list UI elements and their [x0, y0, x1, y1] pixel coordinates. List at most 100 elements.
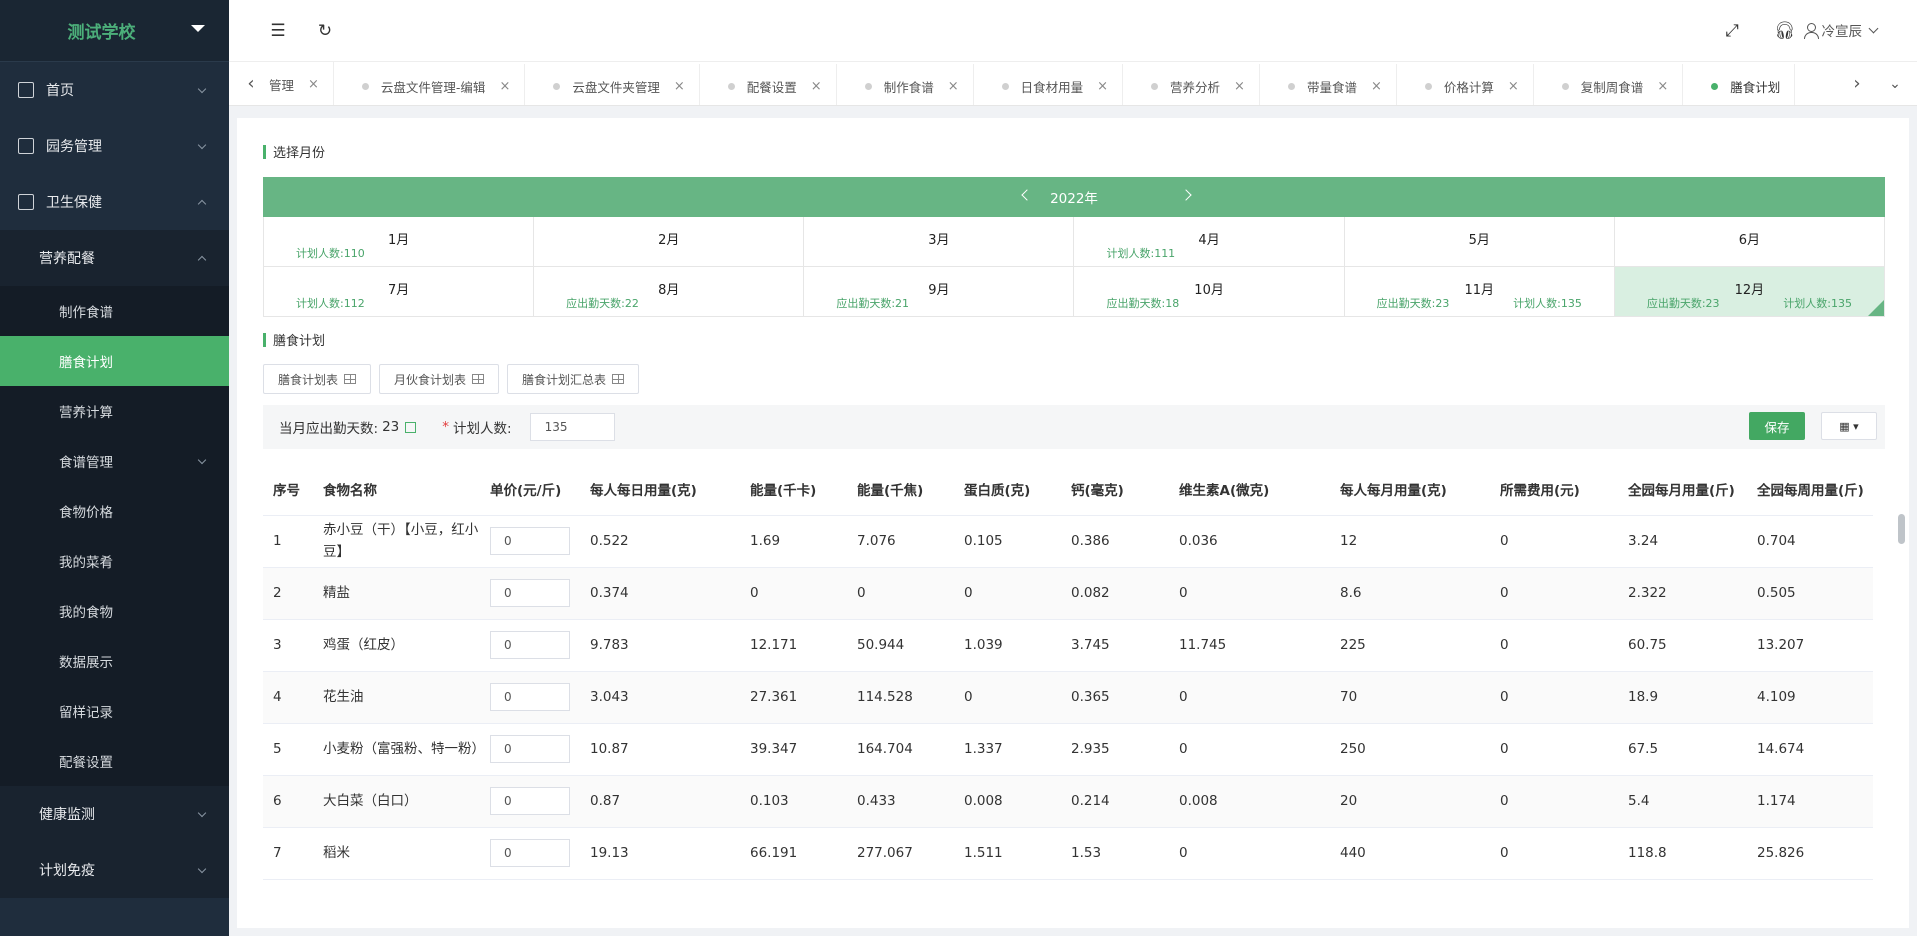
year-header: 2022年 [263, 177, 1885, 217]
month-cell[interactable]: 7月 计划人数:112 [264, 267, 535, 317]
headset-icon[interactable]: 🎧︎ [1774, 22, 1796, 40]
tab-2[interactable]: 云盘文件夹管理 × [525, 64, 700, 105]
month-cell[interactable]: 5月 [1344, 217, 1615, 267]
sidebar-item-label: 营养计算 [59, 405, 113, 421]
tab-3[interactable]: 配餐设置 × [700, 64, 837, 105]
prev-year-icon[interactable] [1021, 189, 1033, 201]
refresh-icon[interactable]: ↻ [316, 22, 334, 40]
cell-daily: 10.87 [580, 723, 740, 776]
sidebar-item-my-food[interactable]: 我的食物 [0, 586, 229, 636]
user-menu[interactable]: 冷宣辰 [1803, 20, 1879, 40]
tab-next-icon[interactable]: › [1847, 74, 1867, 94]
close-icon[interactable]: × [308, 77, 319, 92]
month-cell[interactable]: 6月 [1614, 217, 1885, 267]
tab-dropdown-icon[interactable]: ⌄ [1885, 74, 1905, 94]
tab-9[interactable]: 复制周食谱 × [1534, 64, 1684, 105]
tab-4[interactable]: 制作食谱 × [837, 64, 974, 105]
tab-track: 管理 × 云盘文件管理-编辑 × 云盘文件夹管理 × 配餐设置 × 制作食谱 × 日食材用量 × 营养分… [269, 62, 1837, 105]
fullscreen-icon[interactable]: ⤢ [1723, 22, 1741, 40]
close-icon[interactable]: × [1234, 79, 1245, 94]
cell-kcal: 27.361 [740, 671, 847, 724]
close-icon[interactable]: × [811, 79, 822, 94]
table-row: 1 赤小豆（干）【小豆，红小豆】 0 0.522 1.69 7.076 0.105 0.386… [263, 515, 1873, 568]
meal-plan-table-button[interactable]: 膳食计划表 [263, 364, 372, 394]
cell-name: 小麦粉（富强粉、特一粉） [313, 723, 485, 776]
price-input[interactable]: 0 [490, 527, 570, 555]
health-icon [18, 194, 34, 210]
month-note-right: 计划人数:135 [1783, 297, 1852, 310]
month-cell[interactable]: 4月 计划人数:111 [1074, 217, 1345, 267]
month-cell[interactable]: 9月 应出勤天数:21 [804, 267, 1075, 317]
sidebar-item-meal-settings[interactable]: 配餐设置 [0, 736, 229, 786]
edit-icon[interactable] [405, 421, 417, 433]
tab-1[interactable]: 云盘文件管理-编辑 × [334, 64, 526, 105]
tab-label: 复制周食谱 [1580, 79, 1644, 95]
month-cell[interactable]: 8月 应出勤天数:22 [534, 267, 805, 317]
price-input[interactable]: 0 [490, 579, 570, 607]
next-year-icon[interactable] [1180, 189, 1192, 201]
sidebar-item-admin[interactable]: 园务管理 [0, 118, 229, 174]
sidebar-item-make-recipe[interactable]: 制作食谱 [0, 286, 229, 336]
cell-ca: 1.53 [1061, 827, 1169, 880]
month-cell[interactable]: 1月 计划人数:110 [264, 217, 535, 267]
cell-cost: 0 [1490, 775, 1618, 828]
close-icon[interactable]: × [948, 79, 959, 94]
cell-park-month: 18.9 [1618, 671, 1747, 724]
sidebar-item-meal-plan[interactable]: 膳食计划 [0, 336, 229, 386]
price-input[interactable]: 0 [490, 839, 570, 867]
month-cell[interactable]: 10月 应出勤天数:18 [1074, 267, 1345, 317]
tab-0[interactable]: 管理 × [269, 62, 334, 105]
sidebar-item-my-dishes[interactable]: 我的菜肴 [0, 536, 229, 586]
tab-6[interactable]: 营养分析 × [1123, 64, 1260, 105]
month-cell[interactable]: 3月 [804, 217, 1075, 267]
view-toggle-button[interactable]: ▦ ▾ [1821, 412, 1877, 440]
price-input[interactable]: 0 [490, 735, 570, 763]
sidebar-item-home[interactable]: 首页 [0, 62, 229, 118]
monthly-plan-table-button[interactable]: 月伙食计划表 [379, 364, 500, 394]
close-icon[interactable]: × [1508, 79, 1519, 94]
cell-price: 0 [480, 827, 580, 880]
sidebar-item-sample-record[interactable]: 留样记录 [0, 686, 229, 736]
column-header: 食物名称 [313, 463, 480, 516]
tab-7[interactable]: 带量食谱 × [1260, 64, 1397, 105]
cell-price: 0 [480, 619, 580, 672]
tab-10[interactable]: 膳食计划 [1683, 64, 1796, 105]
sidebar-group-vaccination[interactable]: 计划免疫 [0, 842, 229, 898]
sidebar-group-health-monitor[interactable]: 健康监测 [0, 786, 229, 842]
month-cell[interactable]: 12月 应出勤天数:23 计划人数:135 [1614, 267, 1885, 317]
tab-8[interactable]: 价格计算 × [1397, 64, 1534, 105]
sidebar-item-recipe-manage[interactable]: 食谱管理 [0, 436, 229, 486]
price-input[interactable]: 0 [490, 787, 570, 815]
sidebar-item-label: 首页 [46, 83, 74, 99]
close-icon[interactable]: × [499, 79, 510, 94]
sidebar-group-nutrition[interactable]: 营养配餐 [0, 230, 229, 286]
month-cell[interactable]: 11月 应出勤天数:23 计划人数:135 [1344, 267, 1615, 317]
sidebar-item-health[interactable]: 卫生保健 [0, 174, 229, 230]
cell-price: 0 [480, 515, 580, 568]
caret-down-icon[interactable] [191, 25, 205, 32]
close-icon[interactable]: × [1371, 79, 1382, 94]
plan-people-input[interactable]: 135 [529, 413, 615, 441]
plan-summary-table-button[interactable]: 膳食计划汇总表 [507, 364, 640, 394]
menu-fold-icon[interactable]: ☰ [269, 22, 287, 40]
month-label: 3月 [928, 233, 950, 248]
price-input[interactable]: 0 [490, 631, 570, 659]
cell-no: 5 [263, 723, 313, 776]
save-button[interactable]: 保存 [1749, 412, 1805, 440]
sidebar-item-data-display[interactable]: 数据展示 [0, 636, 229, 686]
sidebar-item-nutrition-calc[interactable]: 营养计算 [0, 386, 229, 436]
school-switcher[interactable]: 测试学校 [0, 0, 229, 62]
cell-va: 11.745 [1169, 619, 1330, 672]
month-cell[interactable]: 2月 [534, 217, 805, 267]
close-icon[interactable]: × [674, 79, 685, 94]
price-input[interactable]: 0 [490, 683, 570, 711]
sidebar-item-food-price[interactable]: 食物价格 [0, 486, 229, 536]
close-icon[interactable]: × [1097, 79, 1108, 94]
cell-daily: 9.783 [580, 619, 740, 672]
table-scrollbar[interactable] [1898, 514, 1905, 544]
sidebar-item-label: 食物价格 [59, 505, 113, 521]
cell-va: 0.036 [1169, 515, 1330, 568]
close-icon[interactable]: × [1657, 79, 1668, 94]
tab-prev-icon[interactable]: ‹ [241, 74, 261, 94]
tab-5[interactable]: 日食材用量 × [974, 64, 1124, 105]
